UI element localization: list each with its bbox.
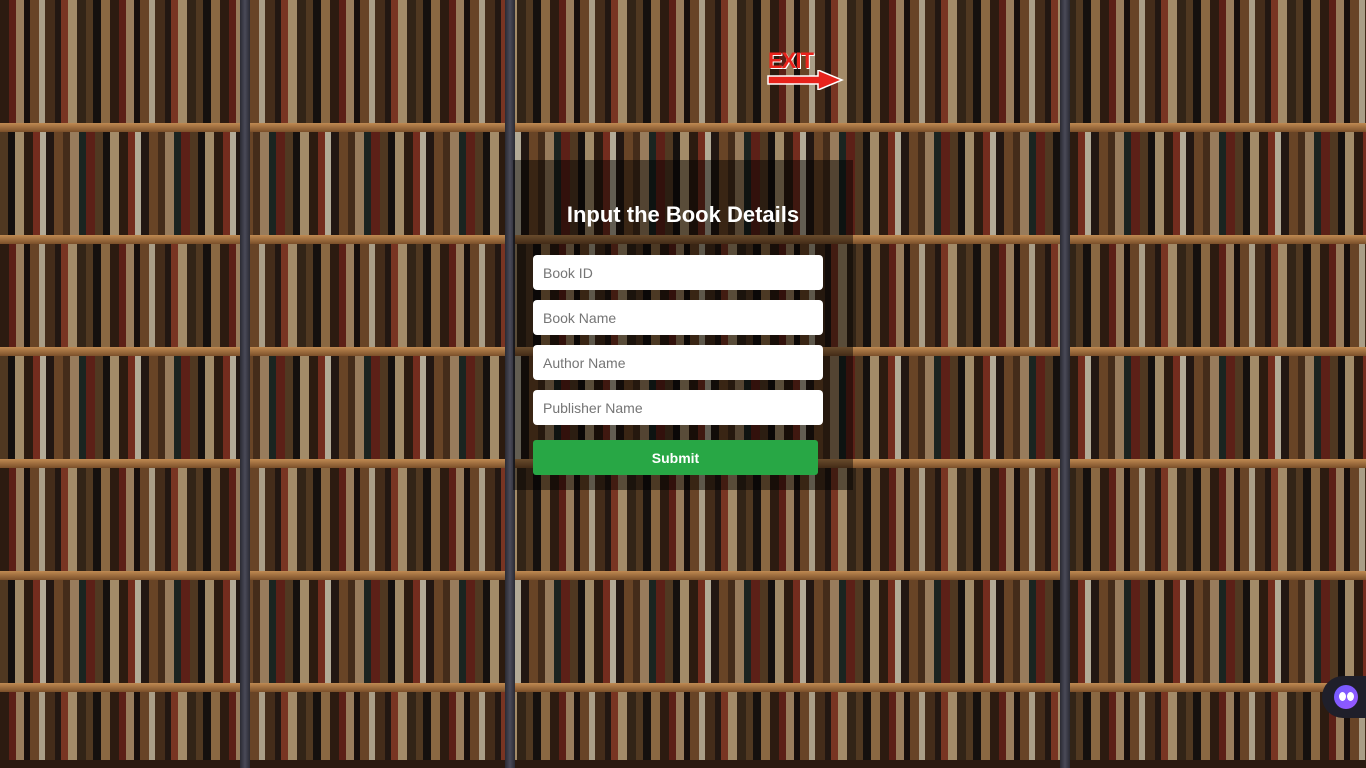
- form-title: Input the Book Details: [566, 202, 800, 227]
- shelf-row: [0, 0, 1366, 132]
- arrow-right-icon: [767, 70, 844, 90]
- assistant-widget-button[interactable]: [1322, 676, 1366, 718]
- submit-button[interactable]: Submit: [533, 440, 818, 475]
- publisher-name-input[interactable]: [533, 390, 823, 425]
- shelf-row: [0, 692, 1366, 768]
- author-name-input[interactable]: [533, 345, 823, 380]
- exit-button[interactable]: EXIT: [766, 48, 846, 92]
- assistant-face-icon: [1334, 685, 1358, 709]
- shelf-row: [0, 580, 1366, 692]
- book-name-input[interactable]: [533, 300, 823, 335]
- book-id-input[interactable]: [533, 255, 823, 290]
